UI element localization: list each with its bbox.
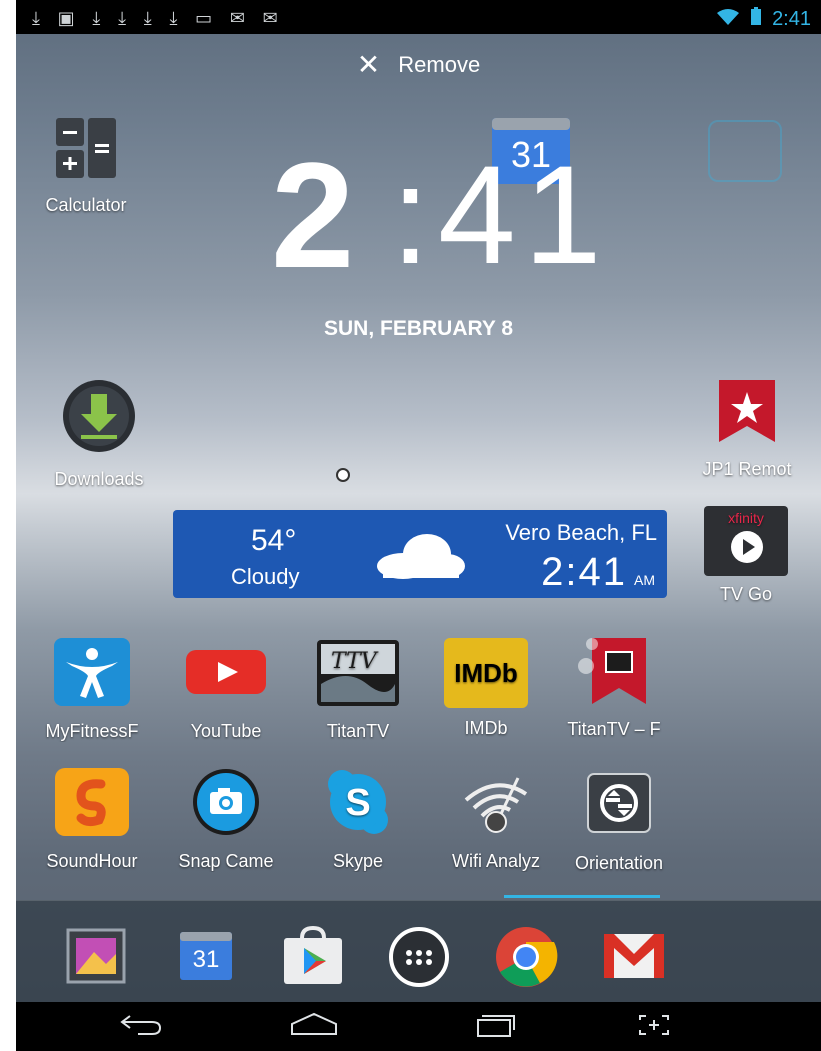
expand-icon — [639, 1015, 669, 1035]
notification-icons: ⤓ ▣ ⤓ ⤓ ⤓ ⤓ ▭ ✉ ✉ — [32, 8, 284, 29]
status-right: 2:41 — [711, 7, 811, 31]
myfitnesspal-label: MyFitnessF — [45, 721, 139, 741]
favorites-dock: 31 — [16, 900, 821, 1003]
snap-camera-label: Snap Came — [178, 851, 274, 871]
weather-widget[interactable]: 54° Cloudy Vero Beach, FL 2:41 AM — [173, 510, 667, 598]
play-store-app[interactable] — [280, 925, 342, 986]
imdb-app[interactable]: IMDb IMDb — [436, 638, 536, 739]
cloud-icon — [377, 534, 465, 579]
water-bubble — [336, 468, 350, 482]
chrome-app[interactable] — [494, 926, 558, 987]
imdb-label: IMDb — [464, 718, 508, 738]
downloads-app[interactable]: Downloads — [34, 378, 164, 490]
youtube-app[interactable]: YouTube — [174, 650, 278, 742]
jp1-remote-label: JP1 Remot — [702, 459, 792, 479]
downloads-label: Downloads — [54, 469, 144, 489]
remove-label: Remove — [398, 52, 481, 77]
close-icon: ✕ — [356, 48, 381, 81]
calculator-icon — [56, 118, 116, 178]
titantv-icon: TTV — [317, 640, 399, 706]
xfinity-tv-icon: xfinity — [704, 506, 788, 576]
clock-hour: 2 — [271, 131, 355, 299]
titantv-label: TitanTV — [326, 721, 390, 741]
wifi-analyzer-icon — [464, 777, 528, 833]
svg-text:TTV: TTV — [331, 649, 379, 674]
gmail-app[interactable] — [602, 926, 664, 986]
svg-text:S: S — [345, 782, 370, 824]
myfitnesspal-app[interactable]: MyFitnessF — [36, 638, 148, 742]
download-icon — [63, 380, 135, 452]
back-icon — [120, 1015, 162, 1035]
wifi-analyzer-app[interactable]: Wifi Analyz — [436, 770, 556, 872]
play-icon — [731, 531, 763, 563]
titantv-bookmark-icon — [578, 638, 646, 704]
soundhound-icon — [55, 768, 129, 836]
wifi-icon — [716, 8, 745, 30]
camera-icon — [193, 769, 259, 835]
gmail-icon — [604, 934, 664, 978]
tv-go-app[interactable]: xfinity TV Go — [696, 506, 796, 605]
remove-drop-target[interactable]: ✕ Remove — [16, 48, 821, 81]
calendar-dock-day: 31 — [192, 946, 220, 973]
xfinity-brand: xfinity — [728, 510, 764, 526]
status-time: 2:41 — [772, 8, 811, 30]
rotate-icon — [587, 773, 651, 833]
clock-date: SUN, FEBRUARY 8 — [323, 317, 514, 340]
tv-go-label: TV Go — [719, 584, 772, 604]
navigation-bar — [16, 1002, 821, 1051]
bookmark-star-icon — [719, 380, 775, 442]
app-drawer-button[interactable] — [388, 926, 449, 987]
clock-minute: :41 — [391, 136, 610, 293]
all-apps-icon — [389, 927, 449, 987]
wifi-analyzer-label: Wifi Analyz — [451, 851, 541, 871]
empty-widget-slot[interactable] — [708, 120, 782, 182]
back-button[interactable] — [111, 1012, 171, 1042]
titantv-widget-label: TitanTV – F — [567, 719, 661, 739]
weather-time: 2:41 — [541, 550, 627, 594]
gallery-app[interactable] — [66, 926, 126, 986]
weather-condition: Cloudy — [231, 564, 300, 589]
page-indicator — [504, 895, 660, 898]
weather-temperature: 54° — [251, 524, 297, 557]
jp1-remote-app[interactable]: JP1 Remot — [691, 378, 803, 480]
recent-apps-button[interactable] — [464, 1012, 524, 1042]
soundhound-app[interactable]: SoundHour — [36, 768, 148, 872]
home-screen: ⤓ ▣ ⤓ ⤓ ⤓ ⤓ ▭ ✉ ✉ 2:41 ✕ Remove Calculato… — [16, 0, 821, 1051]
weather-location: Vero Beach, FL — [505, 520, 657, 545]
home-button[interactable] — [284, 1012, 344, 1042]
calculator-label: Calculator — [45, 195, 127, 215]
clock-widget[interactable]: 2 :41 — [271, 131, 602, 299]
recent-apps-icon — [477, 1015, 515, 1037]
skype-label: Skype — [332, 851, 384, 871]
orientation-app[interactable]: Orientation — [554, 772, 684, 874]
snap-camera-app[interactable]: Snap Came — [170, 768, 282, 872]
screenshot-button[interactable] — [624, 1012, 684, 1042]
calendar-dock-app[interactable]: 31 — [176, 926, 236, 986]
skype-icon: S — [328, 770, 388, 834]
youtube-icon — [186, 650, 266, 694]
weather-ampm: AM — [634, 572, 655, 588]
orientation-label: Orientation — [574, 853, 664, 873]
calculator-app[interactable]: Calculator — [36, 116, 136, 216]
myfitnesspal-icon — [54, 638, 130, 706]
gallery-icon — [66, 928, 126, 984]
chrome-icon — [496, 927, 558, 987]
battery-icon — [750, 7, 767, 30]
status-bar[interactable]: ⤓ ▣ ⤓ ⤓ ⤓ ⤓ ▭ ✉ ✉ 2:41 — [16, 0, 821, 34]
skype-app[interactable]: S Skype — [306, 768, 410, 872]
titantv-widget-app[interactable]: TitanTV – F — [552, 634, 676, 740]
imdb-icon: IMDb — [444, 638, 528, 708]
home-icon — [291, 1012, 337, 1035]
soundhound-label: SoundHour — [46, 851, 138, 871]
youtube-label: YouTube — [190, 721, 262, 741]
play-store-icon — [284, 925, 342, 984]
titantv-app[interactable]: TTV TitanTV — [306, 640, 410, 742]
